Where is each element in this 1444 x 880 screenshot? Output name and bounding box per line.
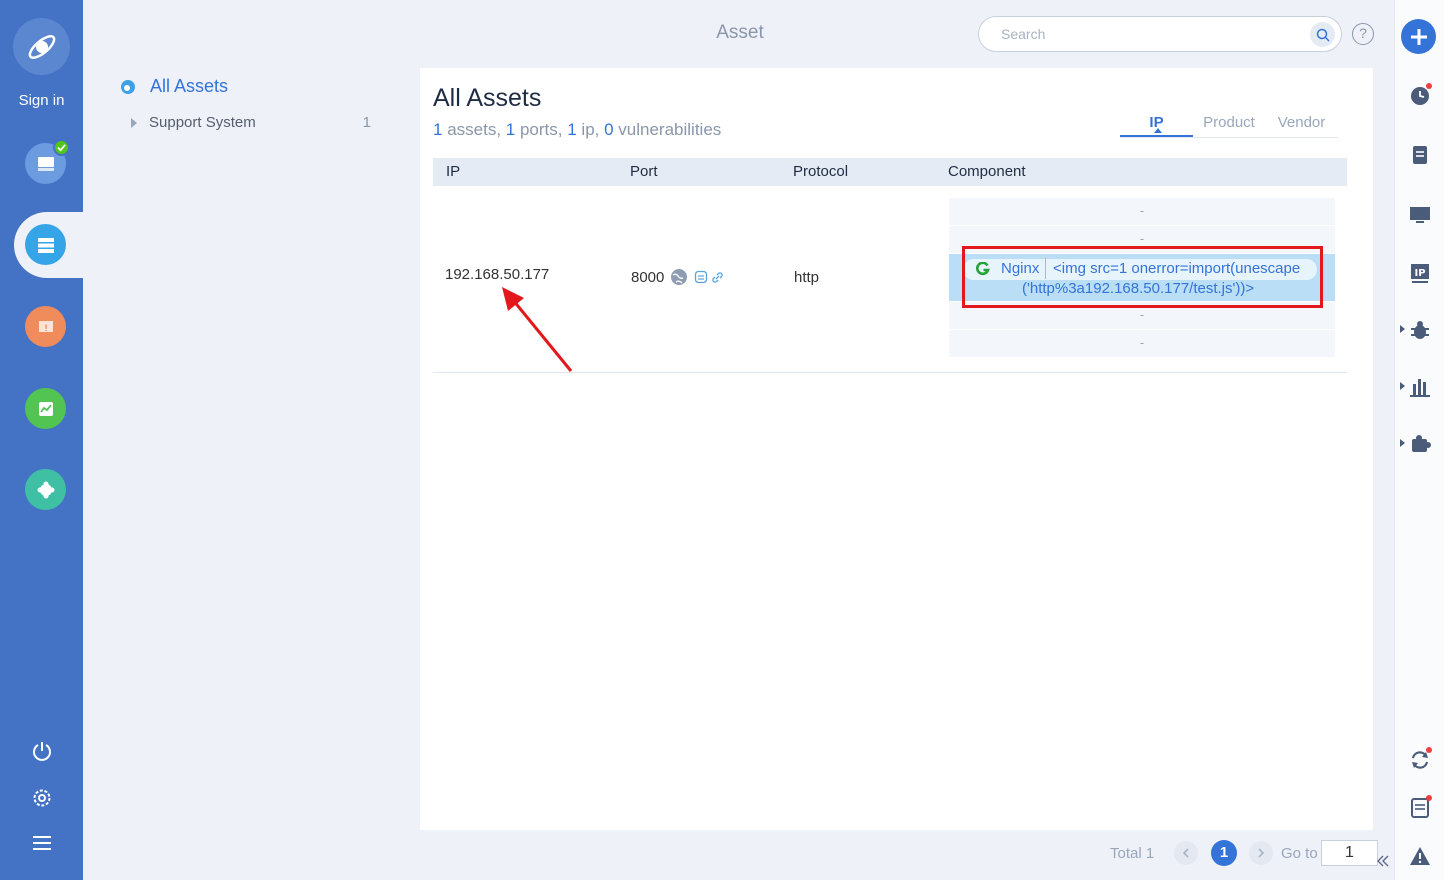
protocol-cell: http xyxy=(794,269,820,286)
ip-label: ip, xyxy=(576,120,605,139)
screenshot-icon[interactable] xyxy=(694,270,708,284)
tree-item-count: 1 xyxy=(362,114,371,131)
ports-label: ports, xyxy=(515,120,568,139)
server-icon xyxy=(37,237,54,253)
add-button[interactable] xyxy=(1401,19,1436,54)
monitor-icon[interactable] xyxy=(1406,201,1434,229)
bug-icon[interactable] xyxy=(1406,316,1434,344)
document-icon[interactable] xyxy=(1406,141,1434,169)
plus-icon xyxy=(1410,28,1427,45)
page-title: Asset xyxy=(716,22,764,43)
tab-pointer-icon xyxy=(1154,128,1162,133)
tree-item-label: Support System xyxy=(149,114,256,131)
trend-chart-icon xyxy=(38,401,53,416)
search-icon[interactable] xyxy=(1310,22,1335,47)
power-icon[interactable] xyxy=(28,737,56,765)
report-icon[interactable] xyxy=(1406,794,1434,822)
sign-in-link[interactable]: Sign in xyxy=(0,92,83,109)
menu-icon[interactable] xyxy=(28,829,56,857)
notification-dot xyxy=(1426,747,1432,753)
tree-root-label: All Assets xyxy=(150,76,229,96)
warning-icon[interactable] xyxy=(1406,842,1434,870)
gear-icon[interactable] xyxy=(28,784,56,812)
col-component: Component xyxy=(948,163,1026,180)
expand-caret-icon[interactable] xyxy=(1400,382,1405,390)
tree-root-all-assets[interactable]: All Assets xyxy=(120,76,228,97)
svg-text:!: ! xyxy=(44,324,48,334)
next-page-button[interactable] xyxy=(1249,841,1273,865)
prev-page-button[interactable] xyxy=(1174,841,1198,865)
link-icon[interactable] xyxy=(711,271,724,284)
summary-line: 1 assets, 1 ports, 1 ip, 0 vulnerabiliti… xyxy=(433,120,721,140)
col-ip: IP xyxy=(446,163,461,180)
col-port: Port xyxy=(630,163,658,180)
ports-count[interactable]: 1 xyxy=(506,120,515,139)
search-box xyxy=(978,16,1342,52)
svg-text:IP: IP xyxy=(1414,268,1425,279)
pagination-total: Total 1 xyxy=(1110,844,1155,862)
refresh-icon[interactable] xyxy=(1406,746,1434,774)
notification-dot xyxy=(1426,795,1432,801)
chevron-right-icon xyxy=(1258,848,1265,858)
caret-right-icon[interactable] xyxy=(131,117,137,128)
view-tabs: IP Product Vendor xyxy=(1120,114,1338,138)
tab-vendor[interactable]: Vendor xyxy=(1265,114,1338,137)
double-chevron-left-icon[interactable] xyxy=(1372,847,1394,875)
tab-product[interactable]: Product xyxy=(1193,114,1265,137)
bar-chart-icon[interactable] xyxy=(1406,373,1434,401)
assets-label: assets, xyxy=(442,120,506,139)
vuln-label: vulnerabilities xyxy=(613,120,722,139)
right-toolbar: IP xyxy=(1394,0,1444,880)
highlight-annotation-box xyxy=(962,246,1323,308)
search-input[interactable] xyxy=(1001,26,1291,42)
expand-caret-icon[interactable] xyxy=(1400,439,1405,447)
panel-title: All Assets xyxy=(433,84,542,112)
col-protocol: Protocol xyxy=(793,163,849,180)
globe-icon[interactable] xyxy=(670,268,688,286)
logo-icon[interactable] xyxy=(13,18,70,75)
goto-label: Go to xyxy=(1281,845,1318,862)
chevron-left-icon xyxy=(1182,848,1189,858)
tab-ip[interactable]: IP xyxy=(1120,114,1193,137)
puzzle-icon xyxy=(37,481,54,498)
component-placeholder: - xyxy=(949,198,1335,226)
expand-caret-icon[interactable] xyxy=(1400,325,1405,333)
tree-item-support-system[interactable]: Support System 1 xyxy=(131,114,371,131)
vuln-count[interactable]: 0 xyxy=(604,120,613,139)
sidebar-item-asset[interactable] xyxy=(25,224,66,265)
port-value[interactable]: 8000 xyxy=(631,269,664,286)
left-sidebar: Sign in ! xyxy=(0,0,104,880)
history-icon[interactable] xyxy=(1406,82,1434,110)
screen-alert-icon: ! xyxy=(38,320,53,334)
assets-panel: All Assets 1 assets, 1 ports, 1 ip, 0 vu… xyxy=(420,68,1373,830)
check-badge-icon xyxy=(53,139,70,156)
sidebar-item-statistics[interactable] xyxy=(25,388,66,429)
goto-page-input[interactable]: 1 xyxy=(1321,840,1378,866)
plugin-icon[interactable] xyxy=(1406,430,1434,458)
globe-icon xyxy=(121,79,135,94)
ip-cell[interactable]: 192.168.50.177 xyxy=(445,266,549,283)
help-icon[interactable]: ? xyxy=(1352,23,1374,45)
printer-icon xyxy=(37,156,54,171)
ip-count[interactable]: 1 xyxy=(567,120,576,139)
sidebar-item-plugins[interactable] xyxy=(25,469,66,510)
component-placeholder: - xyxy=(949,330,1335,358)
notification-dot xyxy=(1426,83,1432,89)
table-header: IP Port Protocol Component xyxy=(433,158,1347,186)
port-cell: 8000 xyxy=(631,268,724,286)
sidebar-item-vulnerability[interactable]: ! xyxy=(25,306,66,347)
ip-icon[interactable]: IP xyxy=(1406,260,1434,288)
page-number-current[interactable]: 1 xyxy=(1211,840,1237,866)
